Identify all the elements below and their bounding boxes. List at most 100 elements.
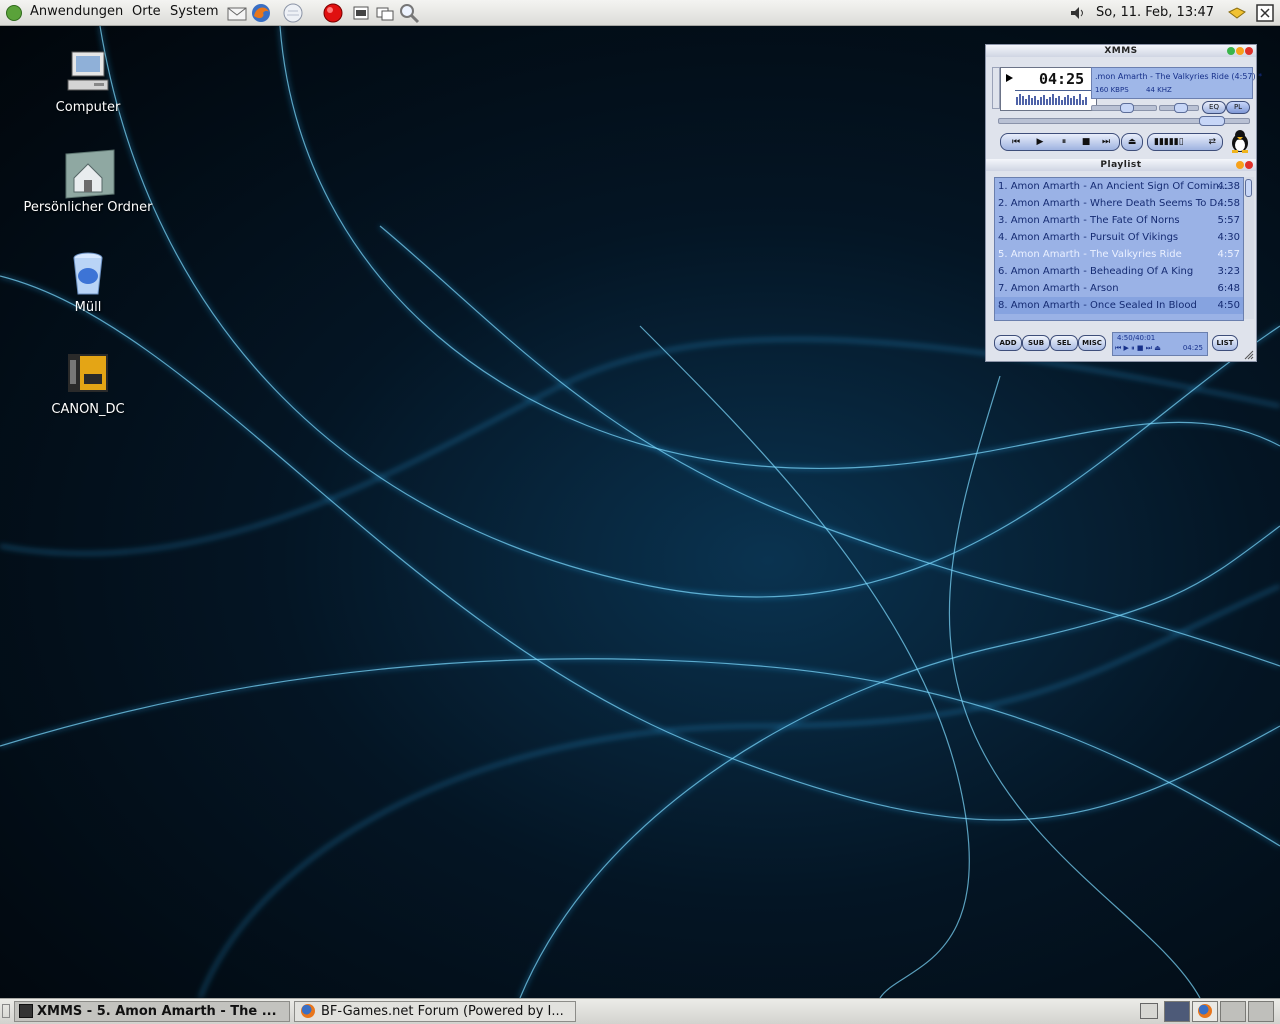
desktop-icon-home[interactable]: Persönlicher Ordner [13, 148, 163, 215]
mail-icon[interactable] [226, 2, 248, 24]
desktop-icon-label: Persönlicher Ordner [23, 200, 153, 215]
playlist-row[interactable]: 2. Amon Amarth - Where Death Seems To D.… [995, 195, 1243, 212]
trash-icon [64, 248, 112, 296]
xmms-clutterbar[interactable] [992, 67, 1000, 109]
shade-button[interactable] [1236, 47, 1244, 55]
firefox-task-icon [301, 1004, 315, 1018]
playlist-row-current[interactable]: 5. Amon Amarth - The Valkyries Ride 4:57 [995, 246, 1243, 263]
playlist-total-time: 4:50/40:01 [1117, 334, 1156, 342]
xmms-titlebar[interactable]: XMMS [986, 45, 1256, 57]
play-button[interactable]: ▶ [1029, 134, 1051, 150]
workspace-2[interactable] [1192, 1001, 1218, 1022]
pause-button[interactable]: ⏸ [1053, 134, 1075, 150]
desktop-icon-computer[interactable]: Computer [13, 48, 163, 115]
top-panel: Anwendungen Orte System So, 11. Feb, 13:… [0, 0, 1280, 26]
menu-applications[interactable]: Anwendungen [30, 4, 123, 19]
gnome-foot-icon[interactable] [6, 5, 22, 21]
playlist-toggle-button[interactable]: PL [1226, 101, 1250, 114]
bitrate: 160 KBPS [1095, 86, 1129, 94]
browser-globe-icon[interactable] [282, 2, 304, 24]
playlist-list[interactable]: 1. Amon Amarth - An Ancient Sign Of Comi… [994, 177, 1244, 321]
shuffle-repeat-buttons[interactable]: ▮▮▮▮▮▯ ⇄ [1147, 133, 1223, 151]
playlist-scrollbar-thumb[interactable] [1245, 179, 1252, 197]
shuffle-icon[interactable]: ▮▮▮▮▮▯ [1154, 134, 1184, 150]
resize-grip-icon[interactable] [1244, 349, 1254, 360]
search-icon[interactable] [398, 2, 420, 24]
volume-icon[interactable] [1066, 2, 1088, 24]
volume-slider-knob[interactable] [1120, 103, 1134, 113]
next-button[interactable]: ⏭ [1095, 134, 1117, 150]
repeat-icon[interactable]: ⇄ [1208, 134, 1216, 150]
firefox-icon [1198, 1004, 1212, 1018]
bottom-panel: XMMS - 5. Amon Amarth - The ... BF-Games… [0, 998, 1280, 1024]
playlist-row[interactable]: 1. Amon Amarth - An Ancient Sign Of Comi… [995, 178, 1243, 195]
playlist-misc-button[interactable]: MISC [1078, 335, 1106, 351]
balance-slider-knob[interactable] [1174, 103, 1188, 113]
playlist-title: Playlist [1100, 160, 1142, 170]
playlist-row[interactable]: 7. Amon Amarth - Arson 6:48 [995, 280, 1243, 297]
workspace-4[interactable] [1248, 1001, 1274, 1022]
playlist-mini-time: 04:25 [1182, 344, 1203, 352]
samplerate: 44 KHZ [1146, 86, 1172, 94]
playlist-row[interactable]: 4. Amon Amarth - Pursuit Of Vikings 4:30 [995, 229, 1243, 246]
desktop-icon-canon-dc[interactable]: CANON_DC [13, 350, 163, 417]
playlist-row[interactable]: 8. Amon Amarth - Once Sealed In Blood 4:5… [995, 297, 1243, 314]
taskbar-item-label: XMMS - 5. Amon Amarth - The ... [37, 1004, 277, 1019]
workspace-3[interactable] [1220, 1001, 1246, 1022]
desktop-icon-label: Computer [55, 100, 121, 115]
terminal-icon[interactable] [350, 2, 372, 24]
computer-icon [64, 48, 112, 96]
volume-slider[interactable] [1091, 103, 1157, 113]
menu-system[interactable]: System [170, 4, 218, 19]
balance-slider[interactable] [1159, 103, 1199, 113]
camera-card-icon [64, 350, 112, 398]
taskbar-item-firefox[interactable]: BF-Games.net Forum (Powered by I... [294, 1001, 576, 1022]
desktop-icon-trash[interactable]: Müll [13, 248, 163, 315]
equalizer-toggle-button[interactable]: EQ [1202, 101, 1226, 114]
playlist-scrollbar[interactable] [1244, 177, 1254, 319]
seek-bar-knob[interactable] [1199, 116, 1225, 126]
seek-bar[interactable] [998, 116, 1250, 126]
desktop-icon-label: CANON_DC [51, 402, 125, 417]
playlist-sel-button[interactable]: SEL [1050, 335, 1078, 351]
playlist-info-display: 4:50/40:01 ⏮ ▶ ⏸ ■ ⏭ ⏏ 04:25 [1112, 332, 1208, 356]
tux-icon[interactable] [1230, 129, 1250, 153]
panel-clock[interactable]: So, 11. Feb, 13:47 [1096, 5, 1214, 20]
applet-icon[interactable] [1140, 1003, 1158, 1019]
previous-button[interactable]: ⏮ [1005, 134, 1027, 150]
xmms-window[interactable]: XMMS 04:25 .mon Amarth - The Valkyries R… [985, 44, 1262, 362]
playlist-row[interactable]: 6. Amon Amarth - Beheading Of A King 3:23 [995, 263, 1243, 280]
mini-transport-controls[interactable]: ⏮ ▶ ⏸ ■ ⏭ ⏏ [1115, 344, 1161, 353]
record-icon[interactable] [322, 2, 344, 24]
menu-places[interactable]: Orte [132, 4, 161, 19]
song-info-display[interactable]: .mon Amarth - The Valkyries Ride (4:57) … [1091, 67, 1262, 99]
close-button[interactable] [1245, 47, 1253, 55]
stop-button[interactable]: ■ [1075, 134, 1097, 150]
notification-icon[interactable] [1226, 2, 1248, 24]
song-title: .mon Amarth - The Valkyries Ride (4:57) … [1095, 72, 1263, 81]
taskbar-item-label: BF-Games.net Forum (Powered by I... [321, 1004, 564, 1019]
desktop-icon-label: Müll [74, 300, 102, 315]
home-folder-icon [64, 148, 115, 199]
playlist-list-button[interactable]: LIST [1212, 335, 1238, 351]
eject-button[interactable]: ⏏ [1121, 133, 1143, 151]
playlist-sub-button[interactable]: SUB [1022, 335, 1050, 351]
xmms-task-icon [19, 1004, 33, 1018]
playlist-titlebar[interactable]: Playlist [986, 159, 1256, 171]
firefox-icon[interactable] [250, 2, 272, 24]
playlist-row[interactable]: 3. Amon Amarth - The Fate Of Norns 5:57 [995, 212, 1243, 229]
xmms-title: XMMS [1104, 46, 1138, 56]
spectrum-visualizer[interactable] [1015, 90, 1091, 105]
playlist-add-button[interactable]: ADD [994, 335, 1022, 351]
logout-icon[interactable] [1254, 2, 1276, 24]
minimize-button[interactable] [1227, 47, 1235, 55]
play-state-icon [1006, 74, 1013, 82]
taskbar-item-xmms[interactable]: XMMS - 5. Amon Amarth - The ... [14, 1001, 290, 1022]
window-list-icon[interactable] [374, 2, 396, 24]
time-display[interactable]: 04:25 [1000, 67, 1097, 111]
playlist-close-button[interactable] [1245, 161, 1253, 169]
playlist-shade-button[interactable] [1236, 161, 1244, 169]
show-desktop-icon[interactable] [2, 1004, 10, 1018]
transport-controls: ⏮ ▶ ⏸ ■ ⏭ [1000, 133, 1120, 151]
workspace-1[interactable] [1164, 1001, 1190, 1022]
